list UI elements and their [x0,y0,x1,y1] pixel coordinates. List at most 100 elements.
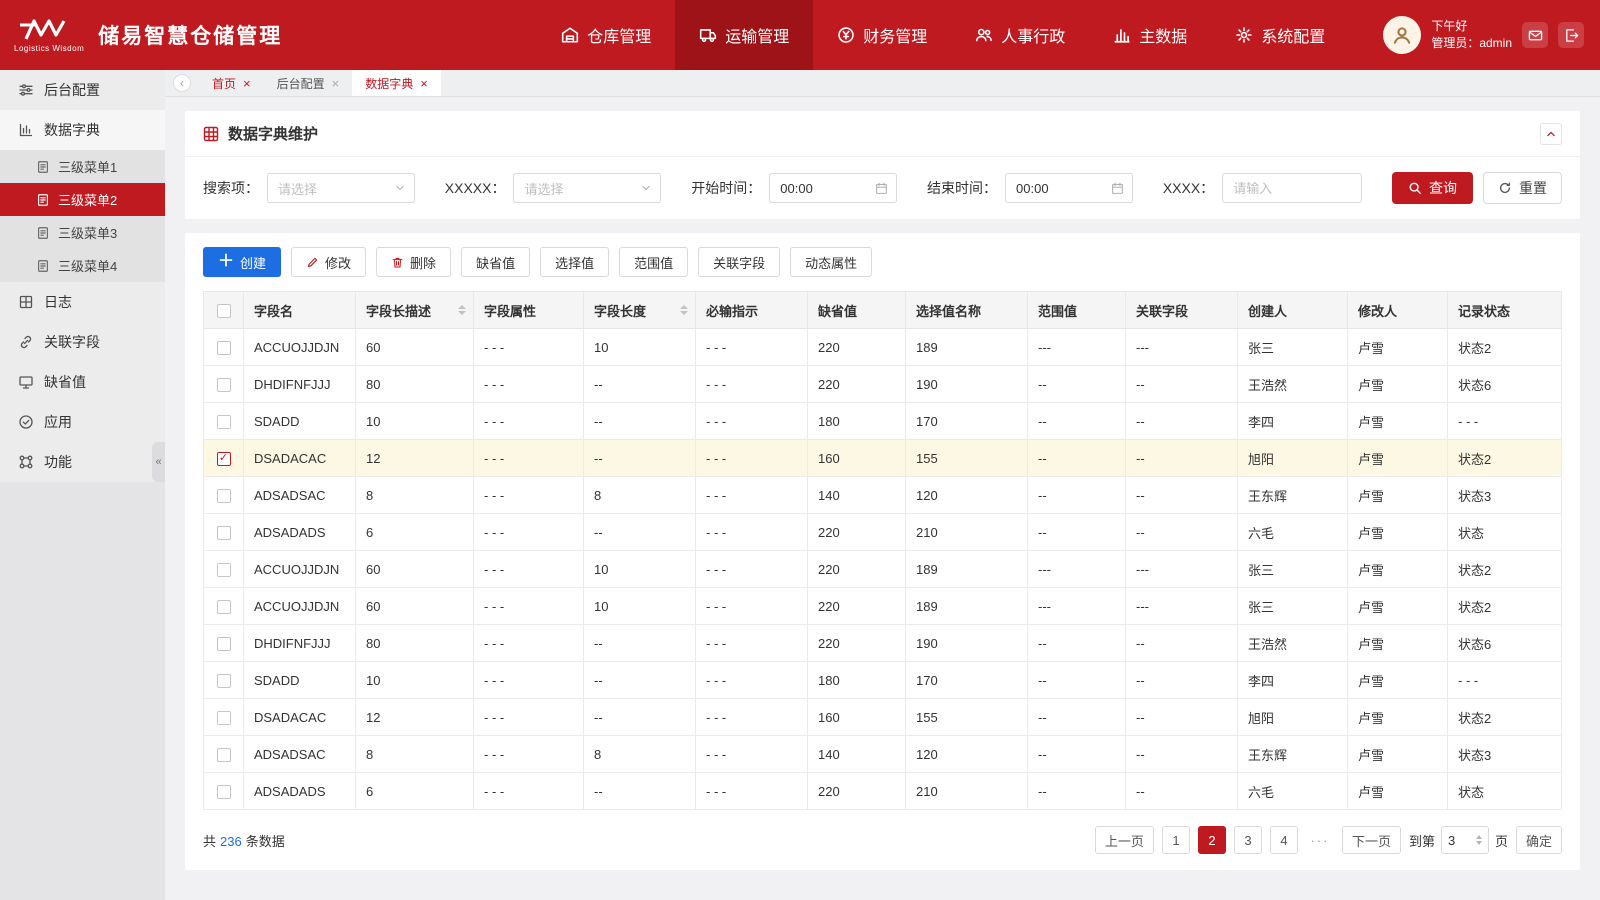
tab-backend-config[interactable]: 后台配置 × [264,70,353,96]
column-header[interactable]: 字段长度 [583,291,696,329]
sort-icon[interactable] [458,305,466,315]
sort-icon[interactable] [680,305,688,315]
table-row[interactable]: DSADACAC 12- - - -- - - -160 155 -- -- 旭阳 卢雪 状态2 [203,698,1562,736]
table-row[interactable]: ADSADADS 6- - - -- - - -220 210 -- -- 六毛 卢雪 状态 [203,772,1562,810]
table-row[interactable]: ACCUOJJDJN 60- - -10- - -220 189 --- --- 张三 卢雪… [203,328,1562,366]
close-icon[interactable]: × [243,76,251,91]
column-header[interactable]: 字段长描述 [355,291,474,329]
create-button[interactable]: ＋ 创建 [203,247,282,277]
row-checkbox[interactable] [216,747,231,762]
select-value-button[interactable]: 选择值 [540,247,610,277]
nav-warehouse[interactable]: 仓库管理 [537,0,675,70]
sidebar-item-submenu-2[interactable]: 三级菜单2 [0,183,165,216]
time-value: 00:00 [1016,180,1049,196]
start-time-input[interactable]: 00:00 [769,173,898,203]
table-cell: -- [1027,439,1126,477]
close-icon[interactable]: × [420,76,428,91]
table-panel: ＋ 创建 修改 删除 缺省值 选择值 范围值 关联字段 动态属性 字段名 字段长… [185,233,1580,870]
page-button-1[interactable]: 1 [1161,826,1190,854]
related-field-button[interactable]: 关联字段 [698,247,781,277]
table-row[interactable]: ADSADSAC 8- - -8- - -140 120 -- -- 王东辉 卢雪 状态3 [203,735,1562,773]
goto-page-input[interactable]: 3 [1440,826,1489,854]
row-checkbox[interactable] [216,414,231,429]
range-value-button[interactable]: 范围值 [619,247,689,277]
dictionary-chart-icon [18,122,34,138]
table-row[interactable]: ADSADADS 6- - - -- - - -220 210 -- -- 六毛 卢雪 状态 [203,513,1562,551]
search-panel: 数据字典维护 搜索项： 请选择 XXXXX： 请选择 开始时间： 00:00 结… [185,111,1580,219]
stepper-icon[interactable] [1475,835,1482,845]
delete-button[interactable]: 删除 [376,247,452,277]
table-cell: 8 [583,735,696,773]
table-cell: -- [1125,624,1238,662]
logout-button[interactable] [1558,22,1584,48]
table-cell: 8 [583,476,696,514]
reset-button[interactable]: 重置 [1482,172,1562,204]
sidebar-item-submenu-4[interactable]: 三级菜单4 [0,249,165,282]
close-icon[interactable]: × [332,76,340,91]
nav-system-config[interactable]: 系统配置 [1211,0,1349,70]
page-button-2[interactable]: 2 [1197,826,1226,854]
table-row[interactable]: SDADD 10- - - -- - - -180 170 -- -- 李四 卢雪 - - - [203,661,1562,699]
page-button-3[interactable]: 3 [1233,826,1262,854]
page-button-4[interactable]: 4 [1269,826,1298,854]
row-checkbox[interactable]: ✓ [216,451,231,466]
sidebar-item-backend-config[interactable]: 后台配置 [0,70,165,110]
row-checkbox[interactable] [216,636,231,651]
table-row[interactable]: ACCUOJJDJN 60- - -10- - -220 189 --- --- 张三 卢雪… [203,587,1562,625]
nav-hr[interactable]: 人事行政 [951,0,1089,70]
table-row[interactable]: DHDIFNFJJJ 80- - - -- - - -220 190 -- -- 王浩然 卢雪状… [203,365,1562,403]
row-checkbox[interactable] [216,784,231,799]
table-row[interactable]: ✓ DSADACAC 12- - - -- - - -160 155 -- -- 旭阳 卢雪 状态2 [203,439,1562,477]
next-page-button[interactable]: 下一页 [1341,826,1401,854]
row-checkbox[interactable] [216,673,231,688]
table-cell: 189 [905,587,1028,625]
sidebar-item-submenu-3[interactable]: 三级菜单3 [0,216,165,249]
default-value-button[interactable]: 缺省值 [461,247,531,277]
sidebar-item-submenu-1[interactable]: 三级菜单1 [0,150,165,183]
sidebar-item-data-dictionary[interactable]: 数据字典 [0,110,165,150]
table-row[interactable]: DHDIFNFJJJ 80- - - -- - - -220 190 -- -- 王浩然 卢雪状… [203,624,1562,662]
sidebar-item-logs[interactable]: 日志 [0,282,165,322]
sidebar-item-related-fields[interactable]: 关联字段 [0,322,165,362]
sidebar-item-functions[interactable]: 功能 [0,442,165,482]
row-checkbox[interactable] [216,599,231,614]
sidebar-item-application[interactable]: 应用 [0,402,165,442]
table-cell: 卢雪 [1347,735,1448,773]
select-all-checkbox[interactable] [216,303,231,318]
query-button[interactable]: 查询 [1391,172,1473,204]
tabs-scroll-left-button[interactable]: ‹ [173,74,191,92]
table-row[interactable]: SDADD 10- - - -- - - -180 170 -- -- 李四 卢雪 - - - [203,402,1562,440]
dynamic-attribute-button[interactable]: 动态属性 [790,247,873,277]
avatar[interactable] [1383,16,1422,54]
sidebar-item-label: 三级菜单2 [58,193,118,208]
table-cell: 180 [807,661,906,699]
table-row[interactable]: ADSADSAC 8- - -8- - -140 120 -- -- 王东辉 卢雪 状态3 [203,476,1562,514]
keyword-input[interactable] [1233,180,1354,196]
table-cell: --- [1027,550,1126,588]
nav-transport[interactable]: 运输管理 [675,0,814,70]
row-checkbox[interactable] [216,377,231,392]
tab-data-dictionary[interactable]: 数据字典 × [352,70,441,96]
panel-collapse-button[interactable] [1540,122,1562,145]
table-cell: - - - [695,735,808,773]
table-cell: - - - [473,587,584,625]
end-time-input[interactable]: 00:00 [1005,173,1134,203]
confirm-button[interactable]: 确定 [1515,826,1562,854]
message-button[interactable] [1522,22,1548,48]
table-row[interactable]: ACCUOJJDJN 60- - -10- - -220 189 --- --- 张三 卢雪… [203,550,1562,588]
row-checkbox[interactable] [216,488,231,503]
sidebar-item-default-values[interactable]: 缺省值 [0,362,165,402]
nav-master-data[interactable]: 主数据 [1089,0,1211,70]
tab-home[interactable]: 首页 × [199,70,264,96]
row-checkbox[interactable] [216,562,231,577]
row-checkbox[interactable] [216,710,231,725]
prev-page-button[interactable]: 上一页 [1094,826,1154,854]
search-select[interactable]: 请选择 [513,173,662,203]
search-select[interactable]: 请选择 [267,173,415,203]
nav-finance[interactable]: 财务管理 [813,0,951,70]
edit-button[interactable]: 修改 [291,247,367,277]
sidebar-collapse-handle[interactable]: « [152,442,165,482]
row-checkbox[interactable] [216,525,231,540]
row-checkbox[interactable] [216,340,231,355]
more-pages-button[interactable]: ··· [1305,826,1334,854]
